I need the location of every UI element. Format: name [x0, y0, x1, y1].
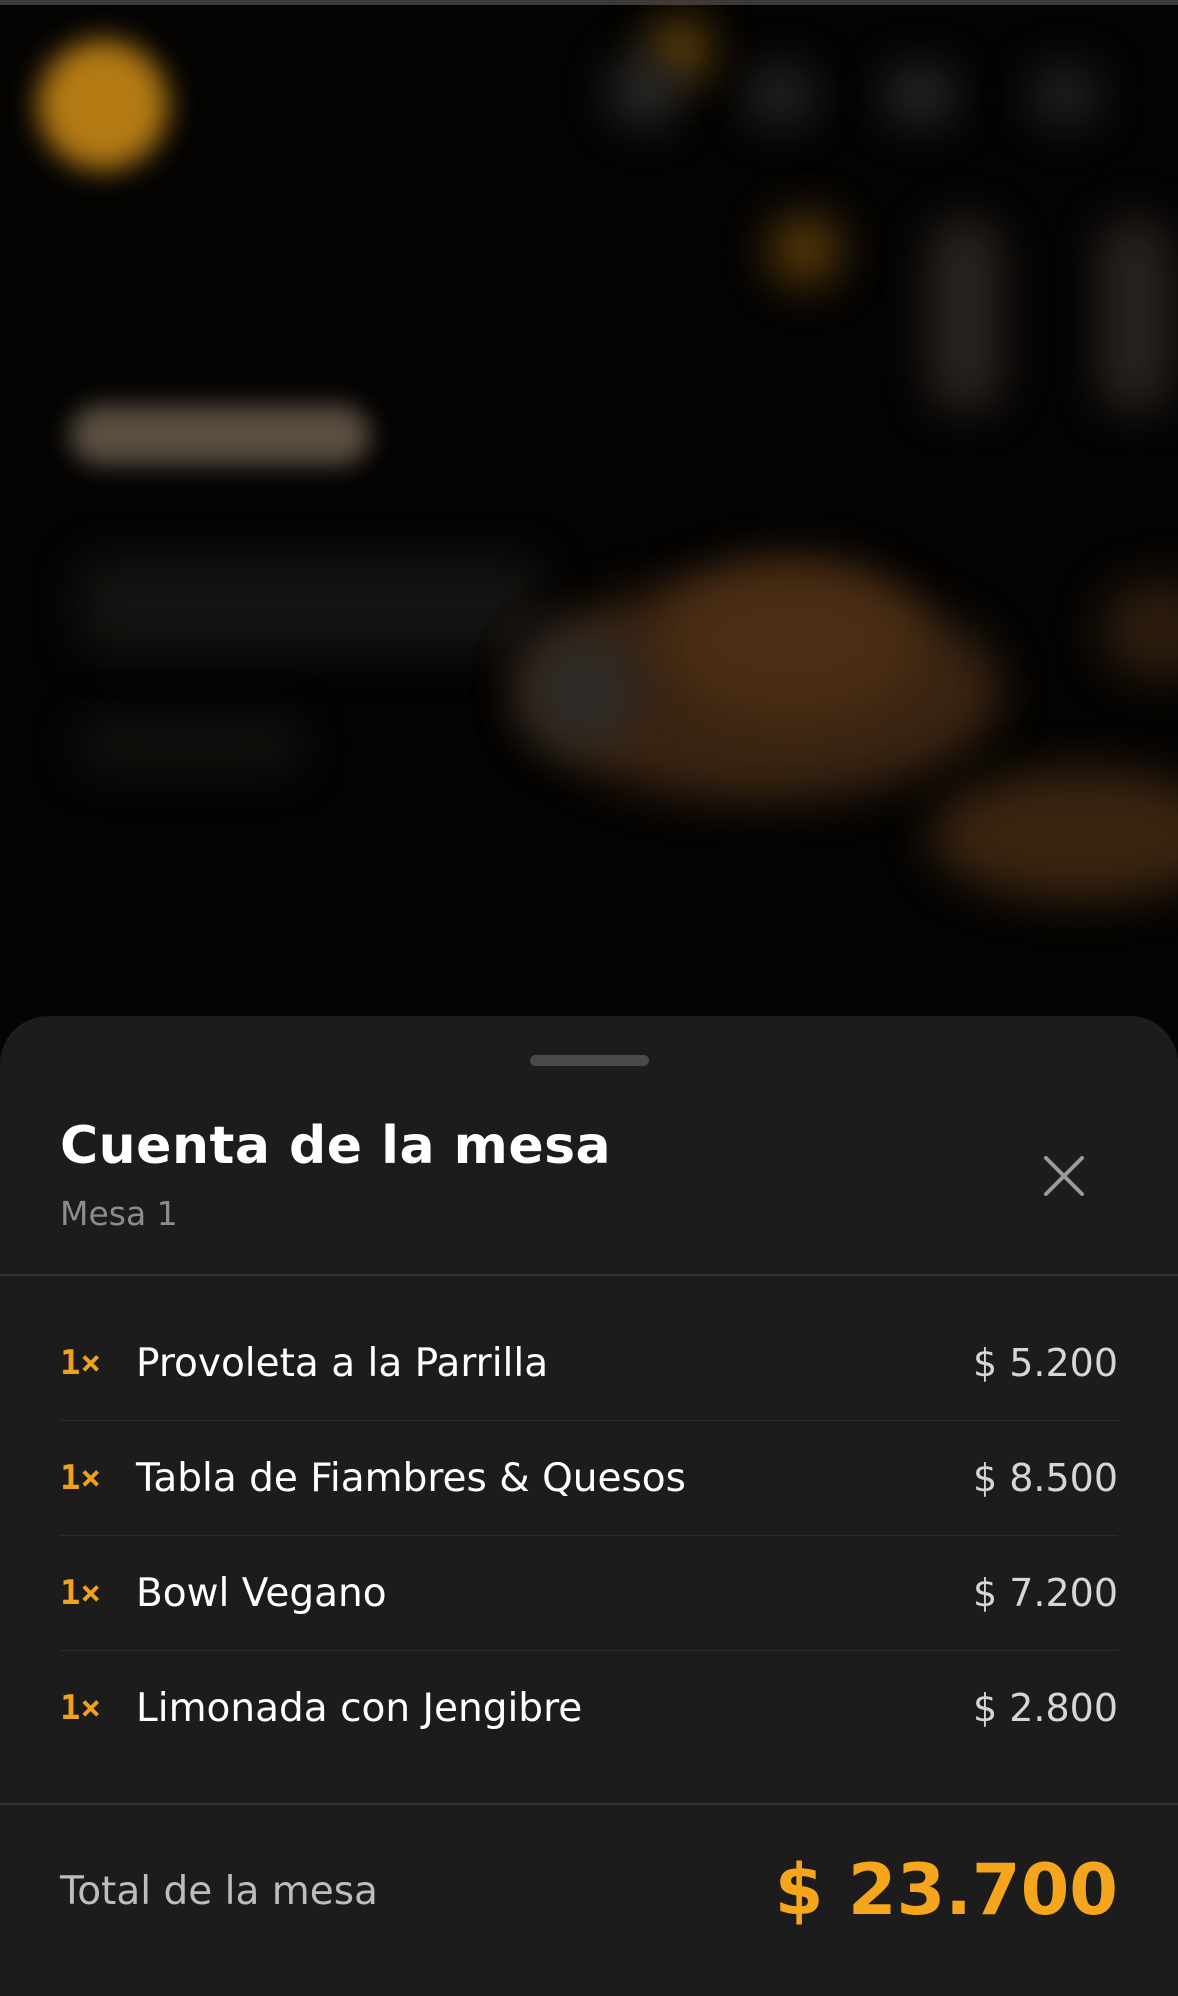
blurred-text: [80, 720, 300, 770]
item-quantity: 1×: [60, 1688, 101, 1728]
order-item: 1× Provoleta a la Parrilla $ 5.200: [60, 1306, 1118, 1421]
item-quantity: 1×: [60, 1343, 101, 1383]
blurred-food-image: [930, 770, 1178, 900]
close-icon: [1044, 1156, 1084, 1196]
item-price: $ 2.800: [972, 1686, 1118, 1730]
blurred-decoration: [930, 220, 1000, 410]
blurred-decoration: [1100, 220, 1170, 410]
item-name: Limonada con Jengibre: [136, 1685, 583, 1731]
item-name: Provoleta a la Parrilla: [136, 1340, 549, 1386]
total-amount: $ 23.700: [774, 1849, 1118, 1931]
blurred-text: [80, 560, 540, 650]
blurred-nav-icon: [745, 65, 815, 125]
blurred-nav-icon: [610, 55, 680, 125]
item-quantity: 1×: [60, 1458, 101, 1498]
order-items-list: 1× Provoleta a la Parrilla $ 5.200 1× Ta…: [60, 1306, 1118, 1765]
status-bar-edge: [0, 0, 1178, 5]
order-item: 1× Tabla de Fiambres & Quesos $ 8.500: [60, 1421, 1118, 1536]
blurred-nav-icon: [885, 65, 955, 125]
item-price: $ 7.200: [972, 1571, 1118, 1615]
table-name: Mesa 1: [60, 1194, 178, 1233]
item-name: Bowl Vegano: [136, 1570, 387, 1616]
divider: [0, 1803, 1178, 1805]
sheet-drag-handle[interactable]: [530, 1055, 649, 1066]
total-label: Total de la mesa: [60, 1869, 378, 1914]
blurred-decoration: [770, 215, 840, 285]
blurred-nav-icon: [1030, 65, 1100, 125]
blurred-food-image: [1100, 580, 1178, 680]
order-item: 1× Bowl Vegano $ 7.200: [60, 1536, 1118, 1651]
item-price: $ 8.500: [972, 1456, 1118, 1500]
item-price: $ 5.200: [972, 1341, 1118, 1385]
item-quantity: 1×: [60, 1573, 101, 1613]
blurred-logo: [38, 40, 168, 170]
table-bill-sheet: Cuenta de la mesa Mesa 1 1× Provoleta a …: [0, 1016, 1178, 1996]
blurred-food-image: [520, 630, 640, 750]
blurred-heading: [70, 405, 370, 465]
order-item: 1× Limonada con Jengibre $ 2.800: [60, 1651, 1118, 1765]
divider: [0, 1274, 1178, 1276]
sheet-title: Cuenta de la mesa: [60, 1116, 612, 1176]
blurred-food-image: [660, 560, 920, 720]
item-name: Tabla de Fiambres & Quesos: [136, 1455, 686, 1501]
close-button[interactable]: [1038, 1150, 1090, 1202]
